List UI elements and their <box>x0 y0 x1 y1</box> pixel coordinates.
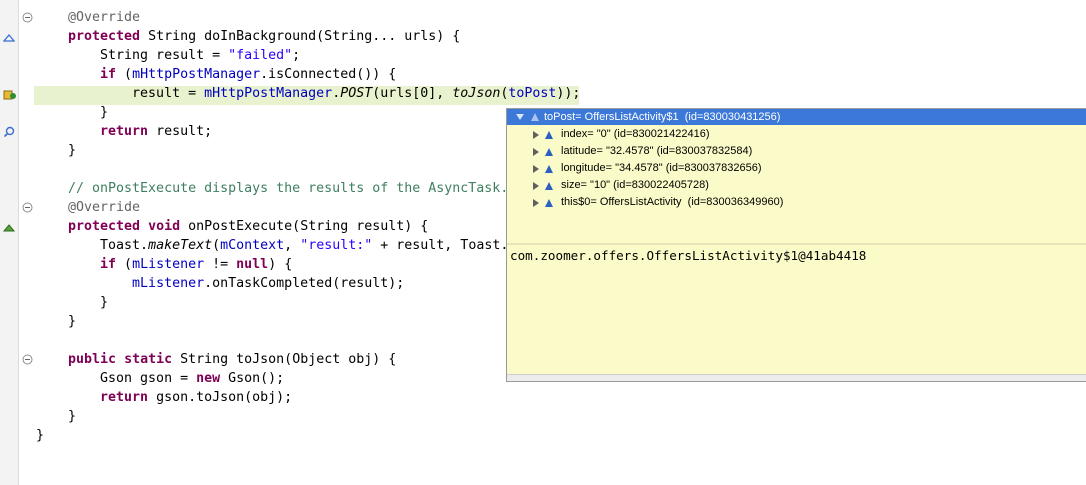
code-line[interactable]: protected String doInBackground(String..… <box>68 27 460 46</box>
expand-arrow-icon[interactable] <box>533 131 539 139</box>
inspector-child-label: index= "0" (id=830021422416) <box>561 128 710 140</box>
code-line[interactable]: return gson.toJson(obj); <box>68 388 292 407</box>
code-line[interactable]: return result; <box>68 122 212 141</box>
inspector-status-strip <box>507 374 1086 381</box>
code-line[interactable]: Gson gson = new Gson(); <box>68 369 284 388</box>
field-icon <box>545 148 553 156</box>
code-line[interactable]: } <box>36 426 44 445</box>
editor-gutter[interactable] <box>0 0 19 485</box>
code-line[interactable]: } <box>68 312 76 331</box>
field-icon <box>545 131 553 139</box>
code-line-current[interactable]: result = mHttpPostManager.POST(urls[0], … <box>68 84 580 103</box>
code-line[interactable]: mListener.onTaskCompleted(result); <box>68 274 404 293</box>
code-line[interactable]: @Override <box>68 198 140 217</box>
collapse-arrow-icon[interactable] <box>516 114 524 120</box>
inspector-child-label: this$0= OffersListActivity (id=830036349… <box>561 196 784 208</box>
inspector-child-label: longitude= "34.4578" (id=830037832656) <box>561 162 762 174</box>
inspector-root-row[interactable]: toPost= OffersListActivity$1 (id=8300304… <box>507 109 1086 125</box>
inspector-child-label: latitude= "32.4578" (id=830037832584) <box>561 145 753 157</box>
inspector-root-label: toPost= OffersListActivity$1 (id=8300304… <box>544 111 781 123</box>
expand-arrow-icon[interactable] <box>533 165 539 173</box>
code-line[interactable]: } <box>68 103 108 122</box>
override-marker-icon[interactable] <box>2 32 16 44</box>
implement-marker-icon[interactable] <box>2 222 16 234</box>
variable-inspector-popup[interactable]: toPost= OffersListActivity$1 (id=8300304… <box>506 108 1086 382</box>
code-line[interactable]: } <box>68 407 76 426</box>
inspector-divider[interactable] <box>507 243 1086 245</box>
variable-icon <box>531 113 539 121</box>
collapse-icon[interactable] <box>22 12 33 23</box>
field-icon <box>545 165 553 173</box>
search-occurrence-icon[interactable] <box>3 126 15 138</box>
inspector-child-label: size= "10" (id=830022405728) <box>561 179 709 191</box>
code-line[interactable]: @Override <box>68 8 140 27</box>
expand-arrow-icon[interactable] <box>533 182 539 190</box>
code-line[interactable]: if (mListener != null) { <box>68 255 292 274</box>
code-line[interactable]: if (mHttpPostManager.isConnected()) { <box>68 65 396 84</box>
code-line[interactable]: Toast.makeText(mContext, "result:" + res… <box>68 236 508 255</box>
breakpoint-warning-icon[interactable] <box>3 89 16 101</box>
code-line[interactable]: protected void onPostExecute(String resu… <box>68 217 428 236</box>
expand-arrow-icon[interactable] <box>533 148 539 156</box>
inspector-detail-pane[interactable]: com.zoomer.offers.OffersListActivity$1@4… <box>510 247 866 265</box>
final-field-icon <box>545 199 553 207</box>
collapse-icon[interactable] <box>22 202 33 213</box>
expand-arrow-icon[interactable] <box>533 199 539 207</box>
code-line[interactable]: String result = "failed"; <box>68 46 300 65</box>
field-icon <box>545 182 553 190</box>
code-line[interactable]: public static String toJson(Object obj) … <box>68 350 396 369</box>
code-line[interactable]: // onPostExecute displays the results of… <box>68 179 508 198</box>
code-line[interactable]: } <box>68 141 76 160</box>
code-line[interactable]: } <box>68 293 108 312</box>
collapse-icon[interactable] <box>22 354 33 365</box>
